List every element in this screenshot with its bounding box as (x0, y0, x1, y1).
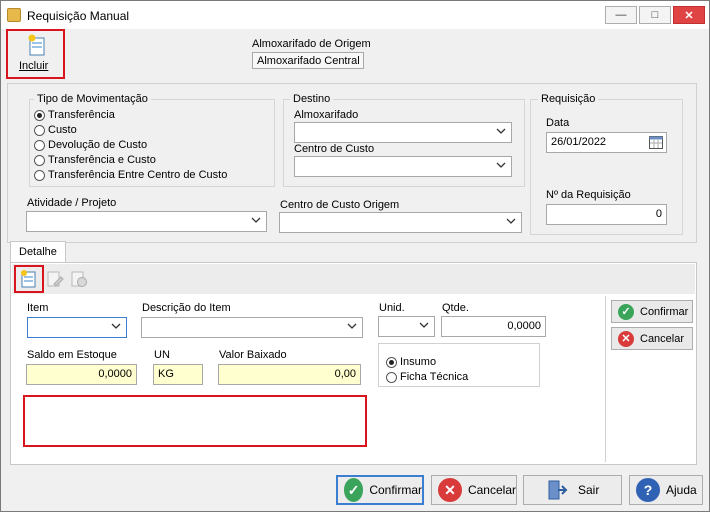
chevron-down-icon (251, 215, 261, 225)
check-icon: ✓ (344, 478, 364, 502)
cancelar-label: Cancelar (467, 483, 516, 497)
item-label: Item (27, 302, 49, 314)
check-icon: ✓ (618, 303, 634, 320)
almoxarifado-combo[interactable] (294, 122, 512, 143)
window: Requisição Manual — □ ✕ Incluir Almoxari… (0, 0, 710, 512)
chevron-down-icon (506, 216, 516, 226)
unid-label: Unid. (379, 302, 405, 314)
cancelar-button[interactable]: ✕ Cancelar (431, 475, 517, 505)
close-button[interactable]: ✕ (673, 6, 705, 24)
window-title: Requisição Manual (27, 9, 130, 23)
qtde-label: Qtde. (442, 302, 469, 314)
item-combo[interactable] (27, 317, 127, 338)
confirmar-button[interactable]: ✓ Confirmar (336, 475, 424, 505)
new-document-icon (28, 34, 45, 56)
origem-label: Almoxarifado de Origem (252, 38, 371, 50)
numero-field[interactable]: 0 (546, 204, 667, 225)
almoxarifado-label: Almoxarifado (294, 109, 359, 121)
unid-combo[interactable] (378, 316, 435, 337)
empty-highlight-area (23, 395, 367, 447)
exit-door-icon (548, 480, 568, 500)
requisicao-label: Requisição (538, 93, 599, 105)
un-label: UN (154, 349, 170, 361)
centro-origem-label: Centro de Custo Origem (280, 199, 400, 211)
saldo-value: 0,0000 (98, 368, 132, 380)
sair-button[interactable]: Sair (523, 475, 622, 505)
radio-ficha-tecnica[interactable]: Ficha Técnica (386, 371, 468, 383)
un-field: KG (153, 364, 203, 385)
edit-item-icon[interactable] (46, 270, 64, 288)
origem-field: Almoxarifado Central (252, 52, 364, 69)
un-value: KG (158, 368, 174, 380)
qtde-field[interactable]: 0,0000 (441, 316, 546, 337)
delete-item-icon[interactable] (70, 270, 88, 288)
data-label: Data (546, 117, 570, 129)
qtde-value: 0,0000 (507, 320, 541, 332)
valor-label: Valor Baixado (219, 349, 287, 361)
radio-transferencia-centro[interactable]: Transferência Entre Centro de Custo (34, 169, 227, 181)
detalhe-cancelar-label: Cancelar (640, 332, 685, 345)
valor-value: 0,00 (334, 368, 356, 380)
incluir-label: Incluir (19, 60, 49, 72)
saldo-label: Saldo em Estoque (27, 349, 117, 361)
numero-value: 0 (655, 208, 662, 220)
help-icon: ? (636, 478, 660, 502)
tab-detalhe-label: Detalhe (19, 246, 57, 258)
chevron-down-icon (347, 321, 357, 331)
detalhe-toolbar (12, 264, 695, 294)
chevron-down-icon (111, 321, 121, 331)
confirmar-label: Confirmar (369, 483, 422, 497)
chevron-down-icon (419, 320, 429, 330)
data-value: 26/01/2022 (551, 136, 607, 148)
atividade-label: Atividade / Projeto (27, 197, 117, 209)
descricao-combo[interactable] (141, 317, 363, 338)
app-icon (7, 8, 21, 22)
incluir-button[interactable]: Incluir (10, 32, 61, 76)
detalhe-cancelar-button[interactable]: ✕ Cancelar (611, 327, 693, 350)
tab-detalhe[interactable]: Detalhe (10, 241, 66, 263)
destino-label: Destino (290, 93, 334, 105)
saldo-field: 0,0000 (26, 364, 137, 385)
origem-value: Almoxarifado Central (257, 55, 360, 67)
radio-insumo[interactable]: Insumo (386, 356, 436, 368)
detalhe-confirmar-label: Confirmar (640, 305, 689, 318)
radio-transferencia-custo[interactable]: Transferência e Custo (34, 154, 156, 166)
tipo-label: Tipo de Movimentação (34, 93, 151, 105)
minimize-button[interactable]: — (605, 6, 637, 24)
ajuda-label: Ajuda (666, 483, 697, 497)
centro-custo-label: Centro de Custo (294, 143, 375, 155)
centro-custo-combo[interactable] (294, 156, 512, 177)
chevron-down-icon (496, 160, 506, 170)
atividade-combo[interactable] (26, 211, 267, 232)
detalhe-confirmar-button[interactable]: ✓ Confirmar (611, 300, 693, 323)
data-field[interactable]: 26/01/2022 (546, 132, 667, 153)
radio-devolucao[interactable]: Devolução de Custo (34, 139, 147, 151)
descricao-label: Descrição do Item (142, 302, 231, 314)
calendar-icon[interactable] (649, 136, 663, 149)
sair-label: Sair (578, 483, 600, 497)
radio-transferencia[interactable]: Transferência (34, 109, 115, 121)
chevron-down-icon (496, 126, 506, 136)
ajuda-button[interactable]: ? Ajuda (629, 475, 703, 505)
valor-field: 0,00 (218, 364, 361, 385)
cancel-icon: ✕ (618, 330, 634, 347)
numero-label: Nº da Requisição (546, 189, 631, 201)
maximize-button[interactable]: □ (639, 6, 671, 24)
centro-origem-combo[interactable] (279, 212, 522, 233)
title-bar: Requisição Manual — □ ✕ (1, 1, 709, 29)
new-item-icon[interactable] (20, 269, 38, 289)
radio-custo[interactable]: Custo (34, 124, 77, 136)
cancel-icon: ✕ (438, 478, 462, 502)
